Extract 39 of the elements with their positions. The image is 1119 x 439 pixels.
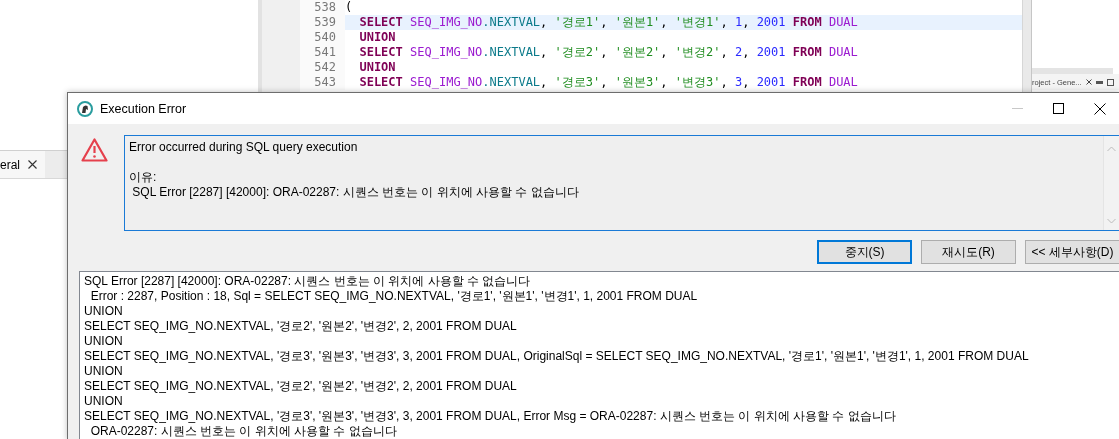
app-icon bbox=[77, 100, 93, 117]
code-line: UNION bbox=[358, 60, 397, 75]
log-line: UNION bbox=[84, 394, 124, 409]
code-line: SELECT SEQ_IMG_NO.NEXTVAL, '경로2', '원본2', '변경2', 2, 2001 FROM DUAL bbox=[358, 45, 859, 60]
code-line: SELECT SEQ_IMG_NO.NEXTVAL, '경로3', '원본3', '변경3', 3, 2001 FROM DUAL bbox=[358, 75, 859, 90]
minimize-icon[interactable] bbox=[1095, 80, 1103, 84]
line-number: 538 bbox=[300, 0, 345, 15]
warning-icon bbox=[81, 138, 108, 162]
log-line: UNION bbox=[84, 304, 124, 319]
log-line: SELECT SEQ_IMG_NO.NEXTVAL, '경로2', '원본2', '변경2', 2, 2001 FROM DUAL bbox=[84, 319, 518, 334]
dialog-button[interactable]: 중지(S) bbox=[817, 240, 912, 264]
maximize-icon[interactable] bbox=[1053, 103, 1064, 114]
line-number: 542 bbox=[300, 60, 345, 75]
code-line: UNION bbox=[358, 30, 397, 45]
line-number: 540 bbox=[300, 30, 345, 45]
maximize-icon[interactable] bbox=[1106, 78, 1114, 86]
log-line: ORA-02287: 시퀀스 번호는 이 위치에 사용할 수 없습니다 bbox=[89, 424, 398, 439]
dialog-button[interactable]: << 세부사항(D) bbox=[1025, 240, 1119, 264]
close-icon[interactable] bbox=[28, 160, 37, 169]
reason-label: 이유: bbox=[129, 170, 158, 185]
view-tab[interactable]: eral bbox=[0, 151, 45, 178]
log-line: SELECT SEQ_IMG_NO.NEXTVAL, '경로2', '원본2', '변경2', 2, 2001 FROM DUAL bbox=[84, 379, 518, 394]
close-icon[interactable] bbox=[1093, 102, 1106, 115]
line-number: 543 bbox=[300, 75, 345, 90]
dialog-button[interactable]: 재시도(R) bbox=[921, 240, 1016, 264]
log-line: Error : 2287, Position : 18, Sql = SELECT SEQ_IMG_NO.NEXTVAL, '경로1', '원본1', '변경1', 1, 2001 FROM DUAL bbox=[89, 289, 699, 304]
log-line: UNION bbox=[84, 334, 124, 349]
code-line: ( bbox=[345, 0, 354, 15]
log-line: SQL Error [2287] [42000]: ORA-02287: 시퀀스 번호는 이 위치에 사용할 수 없습니다 bbox=[84, 274, 532, 289]
horizontal-scrollbar[interactable] bbox=[1032, 68, 1113, 74]
log-line: SELECT SEQ_IMG_NO.NEXTVAL, '경로3', '원본3', '변경3', 3, 2001 FROM DUAL, Error Msg = ORA-02287: 시퀀스 번호는 이 위치에 사용할 수 없습니다 bbox=[84, 409, 897, 424]
line-number: 539 bbox=[300, 15, 345, 30]
log-line: SELECT SEQ_IMG_NO.NEXTVAL, '경로3', '원본3', '변경3', 3, 2001 FROM DUAL, OriginalSql = SELECT SEQ_IMG_NO.NEXTVAL, '경로1', '원본1', '변경1', 1, 2001 FROM DUAL bbox=[84, 349, 1030, 364]
reason-text: SQL Error [2287] [42000]: ORA-02287: 시퀀스 번호는 이 위치에 사용할 수 없습니다 bbox=[131, 185, 580, 200]
window-title: Execution Error bbox=[100, 101, 187, 116]
error-message: Error occurred during SQL query execution bbox=[129, 140, 359, 155]
line-number: 541 bbox=[300, 45, 345, 60]
close-icon[interactable] bbox=[1085, 79, 1092, 85]
log-line: UNION bbox=[84, 364, 124, 379]
